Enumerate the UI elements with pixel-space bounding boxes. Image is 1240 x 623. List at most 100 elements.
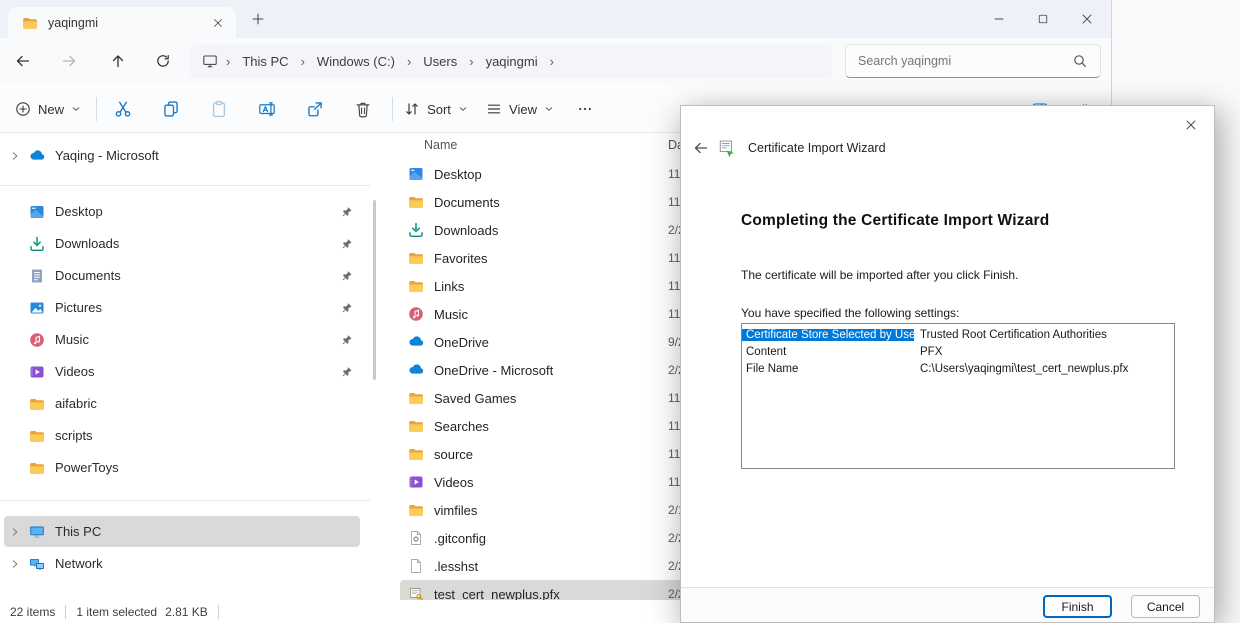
- selection-count: 1 item selected: [76, 605, 157, 619]
- sidebar-item-scripts[interactable]: scripts: [4, 420, 360, 451]
- explorer-tab[interactable]: yaqingmi: [8, 7, 236, 38]
- window-close-button[interactable]: [1065, 3, 1109, 35]
- pin-icon: [334, 334, 360, 346]
- folder-icon: [408, 390, 424, 406]
- folder-icon: [408, 278, 424, 294]
- sidebar-item-music[interactable]: Music: [4, 324, 360, 355]
- refresh-button[interactable]: [146, 45, 180, 77]
- sidebar-item-label: PowerToys: [55, 460, 360, 475]
- sidebar-item-downloads[interactable]: Downloads: [4, 228, 360, 259]
- chevron-right-icon[interactable]: [4, 527, 26, 537]
- new-button[interactable]: New: [8, 92, 88, 126]
- breadcrumb-segment[interactable]: Windows (C:): [309, 51, 403, 72]
- share-button[interactable]: [296, 92, 334, 126]
- back-button[interactable]: [6, 45, 40, 77]
- copy-button[interactable]: [152, 92, 190, 126]
- share-icon: [306, 100, 324, 118]
- sidebar-item-label: This PC: [55, 524, 360, 539]
- breadcrumb-chevron-icon: ›: [222, 54, 234, 69]
- more-options-button[interactable]: [566, 92, 604, 126]
- dialog-close-icon[interactable]: [1176, 112, 1206, 138]
- copy-icon: [162, 100, 180, 118]
- paste-button[interactable]: [200, 92, 238, 126]
- delete-button[interactable]: [344, 92, 382, 126]
- new-tab-button[interactable]: [250, 11, 266, 27]
- breadcrumb-segment[interactable]: yaqingmi: [478, 51, 546, 72]
- maximize-button[interactable]: [1021, 3, 1065, 35]
- sidebar-item-label: Network: [55, 556, 360, 571]
- desktop-icon: [408, 166, 424, 182]
- sidebar-item-desktop[interactable]: Desktop: [4, 196, 360, 227]
- folder-icon: [408, 418, 424, 434]
- documents-icon: [26, 268, 48, 284]
- settings-row[interactable]: Certificate Store Selected by UserTruste…: [742, 326, 1174, 343]
- view-button[interactable]: View: [482, 92, 558, 126]
- sort-ascending-icon: [593, 133, 603, 136]
- forward-button[interactable]: [52, 45, 86, 77]
- settings-row[interactable]: File NameC:\Users\yaqingmi\test_cert_new…: [742, 360, 1174, 377]
- file-name: Favorites: [434, 251, 487, 266]
- downloads-icon: [26, 236, 48, 252]
- sidebar-item-documents[interactable]: Documents: [4, 260, 360, 291]
- folder-icon: [408, 502, 424, 518]
- setting-value: PFX: [914, 346, 942, 358]
- address-bar-row: ›This PC›Windows (C:)›Users›yaqingmi› Se…: [0, 38, 1111, 84]
- view-button-label: View: [509, 102, 537, 117]
- sidebar-item-network[interactable]: Network: [4, 548, 360, 579]
- rename-icon: [258, 100, 276, 118]
- minimize-button[interactable]: [977, 3, 1021, 35]
- cancel-button[interactable]: Cancel: [1131, 595, 1200, 618]
- tab-title: yaqingmi: [48, 16, 210, 30]
- sidebar-item-label: Yaqing - Microsoft: [55, 148, 360, 163]
- new-plus-icon: [15, 101, 31, 117]
- pin-icon: [334, 206, 360, 218]
- file-name: Links: [434, 279, 464, 294]
- sidebar-item-videos[interactable]: Videos: [4, 356, 360, 387]
- breadcrumb-segment[interactable]: Users: [415, 51, 465, 72]
- up-button[interactable]: [101, 45, 135, 77]
- folder-icon: [26, 396, 48, 412]
- file-name: source: [434, 447, 473, 462]
- cut-icon: [114, 100, 132, 118]
- dialog-header: Certificate Import Wizard: [693, 139, 886, 157]
- file-name: test_cert_newplus.pfx: [434, 587, 560, 601]
- chevron-right-icon[interactable]: [4, 559, 26, 569]
- file-name: vimfiles: [434, 503, 477, 518]
- column-header-name[interactable]: Name: [424, 138, 457, 152]
- breadcrumb-segment[interactable]: This PC: [234, 51, 296, 72]
- sidebar-item-pictures[interactable]: Pictures: [4, 292, 360, 323]
- chevron-right-icon[interactable]: [4, 151, 26, 161]
- sidebar-item-label: Music: [55, 332, 334, 347]
- search-input[interactable]: Search yaqingmi: [845, 44, 1101, 78]
- breadcrumb[interactable]: ›This PC›Windows (C:)›Users›yaqingmi›: [190, 44, 832, 78]
- settings-table[interactable]: Certificate Store Selected by UserTruste…: [741, 323, 1175, 469]
- sort-button[interactable]: Sort: [400, 92, 472, 126]
- sidebar-item-powertoys[interactable]: PowerToys: [4, 452, 360, 483]
- more-icon: [577, 101, 593, 117]
- file-name: Documents: [434, 195, 500, 210]
- sidebar-scrollbar[interactable]: [373, 200, 376, 380]
- wizard-back-icon[interactable]: [693, 140, 709, 156]
- onedrive-cloud-icon: [26, 148, 48, 164]
- sidebar-item-label: scripts: [55, 428, 360, 443]
- cut-button[interactable]: [104, 92, 142, 126]
- folder-icon: [26, 460, 48, 476]
- cloud-icon: [408, 334, 424, 350]
- new-button-label: New: [38, 102, 64, 117]
- settings-row[interactable]: ContentPFX: [742, 343, 1174, 360]
- plainfile-icon: [408, 558, 424, 574]
- finish-button[interactable]: Finish: [1043, 595, 1112, 618]
- file-name: Desktop: [434, 167, 482, 182]
- certificate-icon: [408, 586, 424, 600]
- rename-button[interactable]: [248, 92, 286, 126]
- sort-icon: [404, 101, 420, 117]
- breadcrumb-chevron-icon: ›: [465, 54, 477, 69]
- setting-key: Certificate Store Selected by User: [742, 329, 914, 341]
- tab-close-icon[interactable]: [210, 15, 226, 31]
- desktop-icon: [26, 204, 48, 220]
- sidebar-item-this-pc[interactable]: This PC: [4, 516, 360, 547]
- sidebar-item-aifabric[interactable]: aifabric: [4, 388, 360, 419]
- sidebar-item-label: aifabric: [55, 396, 360, 411]
- file-name: OneDrive - Microsoft: [434, 363, 553, 378]
- sidebar-item-onedrive[interactable]: Yaqing - Microsoft: [4, 140, 360, 171]
